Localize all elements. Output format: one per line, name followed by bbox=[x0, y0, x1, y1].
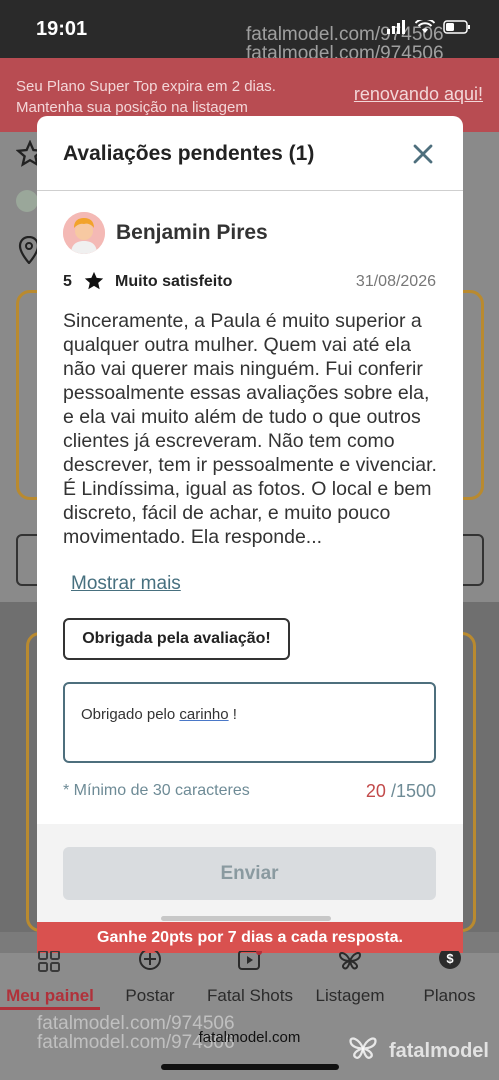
avatar-icon bbox=[63, 212, 105, 254]
nav-item-postar[interactable]: Postar bbox=[100, 951, 200, 1013]
status-icons bbox=[387, 20, 471, 34]
nav-item-planos[interactable]: $ Planos bbox=[400, 951, 499, 1013]
promo-bar: Ganhe 20pts por 7 dias a cada resposta. bbox=[37, 922, 463, 953]
butterfly-icon bbox=[338, 952, 362, 970]
video-icon bbox=[238, 951, 262, 970]
reply-text: Obrigado pelo bbox=[81, 706, 180, 723]
home-indicator bbox=[161, 1064, 339, 1070]
rating-value: 5 bbox=[63, 273, 72, 290]
modal-divider bbox=[37, 190, 463, 191]
rating-label: Muito satisfeito bbox=[115, 273, 233, 290]
status-bar: 19:01 fatalmodel.com/974506 fatalmodel.c… bbox=[0, 0, 499, 64]
wifi-icon bbox=[415, 20, 435, 33]
brand-watermark: fatalmodel bbox=[343, 1036, 489, 1066]
char-count-current: 20 bbox=[365, 781, 386, 801]
min-chars-hint: * Mínimo de 30 caracteres bbox=[63, 782, 250, 799]
brand-name: fatalmodel bbox=[388, 1039, 489, 1062]
nav-label: Fatal Shots bbox=[207, 986, 293, 1005]
signal-icon bbox=[387, 20, 405, 34]
dollar-icon: $ bbox=[438, 951, 461, 969]
reply-textarea[interactable]: Obrigado pelo carinho ! bbox=[63, 682, 436, 763]
reply-text-suffix: ! bbox=[228, 706, 237, 723]
close-icon[interactable] bbox=[411, 142, 435, 166]
star-icon bbox=[84, 271, 104, 290]
butterfly-logo-icon bbox=[349, 1037, 377, 1059]
nav-item-fatal-shots[interactable]: Fatal Shots bbox=[200, 951, 300, 1013]
char-counter: 20 /1500 bbox=[366, 781, 436, 802]
plus-circle-icon bbox=[139, 951, 161, 970]
renew-link[interactable]: renovando aqui! bbox=[354, 84, 483, 105]
nav-label: Planos bbox=[423, 986, 476, 1005]
modal-title: Avaliações pendentes (1) bbox=[63, 142, 315, 165]
suggested-reply-button[interactable]: Obrigada pela avaliação! bbox=[63, 618, 290, 660]
nav-label: Postar bbox=[125, 986, 175, 1005]
nav-item-listagem[interactable]: Listagem bbox=[300, 952, 400, 1013]
verified-badge bbox=[16, 190, 38, 212]
nav-label: Meu painel bbox=[6, 986, 94, 1005]
dashboard-icon bbox=[38, 951, 60, 972]
char-count-max: /1500 bbox=[390, 781, 436, 801]
avatar bbox=[63, 212, 105, 254]
status-time: 19:01 bbox=[36, 18, 88, 40]
svg-text:$: $ bbox=[446, 951, 454, 966]
plan-expiry-message: Seu Plano Super Top expira em 2 dias. Ma… bbox=[16, 78, 276, 116]
bottom-nav: Meu painel Postar Fatal Shots Listagem $… bbox=[0, 951, 499, 1013]
battery-icon bbox=[443, 20, 470, 34]
modal-handle bbox=[161, 916, 331, 921]
review-date: 31/08/2026 bbox=[355, 273, 436, 290]
reply-text-underlined: carinho bbox=[179, 706, 229, 723]
show-more-link[interactable]: Mostrar mais bbox=[71, 573, 181, 595]
reviewer-name: Benjamin Pires bbox=[116, 221, 268, 244]
review-text: Sinceramente, a Paula é muito superior a… bbox=[63, 310, 437, 548]
nav-item-meu-painel[interactable]: Meu painel bbox=[0, 951, 100, 1013]
send-button[interactable]: Enviar bbox=[63, 847, 436, 900]
nav-label: Listagem bbox=[315, 986, 385, 1005]
pending-reviews-modal: Avaliações pendentes (1) Benjamin Pires … bbox=[37, 116, 463, 936]
